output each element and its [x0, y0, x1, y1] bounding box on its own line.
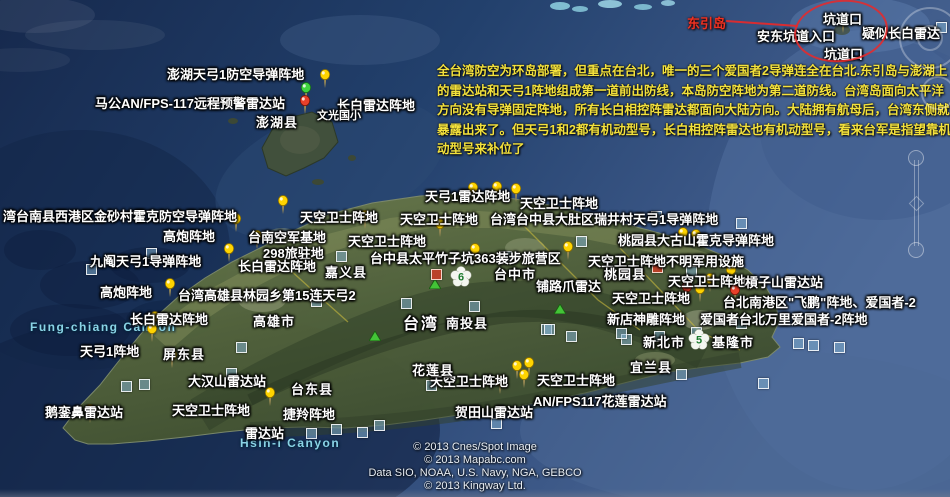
site-label: 澎湖天弓1防空导弹阵地	[167, 64, 304, 83]
site-label: 捷羚阵地	[283, 404, 335, 423]
place-label: 高雄市	[253, 311, 295, 330]
pushpin-yellow-icon[interactable]	[162, 278, 178, 303]
photo-poi-icon[interactable]	[469, 301, 480, 312]
site-label: 槓子山雷达站	[745, 272, 823, 291]
photo-poi-icon[interactable]	[331, 424, 342, 435]
analysis-note: 全台湾防空为环岛部署，但重点在台北，唯一的三个爱国者2导弹连全在台北.东引岛与澎…	[437, 62, 950, 160]
pushpin-yellow-icon[interactable]	[262, 387, 278, 412]
site-label: 九阄天弓1导弹阵地	[90, 251, 201, 270]
place-label: 花莲县	[412, 360, 454, 379]
analysis-note-line: 全台湾防空为环岛部署，但重点在台北，唯一的三个爱国者2导弹连全在台北.东引岛与澎…	[437, 62, 950, 82]
site-label: AN/FPS117花莲雷达站	[533, 391, 667, 410]
photo-poi-icon[interactable]	[236, 342, 247, 353]
map-attribution: © 2013 Cnes/Spot Image© 2013 Mapabc.comD…	[325, 441, 625, 493]
place-label: 桃园县	[604, 264, 646, 283]
place-label: 台中市	[494, 264, 536, 283]
attribution-line: © 2013 Mapabc.com	[325, 454, 625, 467]
photo-poi-icon[interactable]	[374, 420, 385, 431]
site-label: 湾台南县西港区金砂村霍克防空导弹阵地	[3, 206, 237, 225]
pushpin-yellow-icon[interactable]	[275, 195, 291, 220]
site-label: 天空卫士阵地	[300, 207, 378, 226]
photo-poi-icon[interactable]	[357, 427, 368, 438]
attribution-line: © 2013 Cnes/Spot Image	[325, 441, 625, 454]
site-label: 天空卫士阵地	[537, 370, 615, 389]
google-earth-viewport[interactable]: 澎湖天弓1防空导弹阵地马公AN/FPS-117远程预警雷达站长白雷达阵地 文光国小…	[0, 0, 950, 497]
site-label: 新店神雕阵地	[607, 309, 685, 328]
analysis-note-line: 暴露出来了。但天弓1和2都有机动型号，长白相控阵雷达也有机动型号，看来台军是指望…	[437, 121, 950, 141]
place-label: 新北市	[643, 332, 685, 351]
svg-text:5: 5	[696, 335, 702, 347]
dongyin-island-label: 东引岛	[687, 13, 726, 32]
site-label: 天空卫士阵地	[400, 209, 478, 228]
highway-6-shield: 6	[450, 266, 472, 293]
pushpin-red-icon[interactable]	[297, 95, 313, 120]
photo-poi-icon[interactable]	[808, 340, 819, 351]
analysis-note-line: 动型号来补位了	[437, 140, 950, 160]
mountain-peak-icon	[369, 328, 381, 346]
place-label: 屏东县	[163, 344, 205, 363]
place-label: 台湾	[403, 310, 439, 334]
site-label: 天弓1雷达阵地	[425, 186, 510, 205]
zoom-mid-tick[interactable]	[909, 196, 925, 212]
site-label: 贺田山雷达站	[455, 402, 533, 421]
pushpin-yellow-icon[interactable]	[560, 241, 576, 266]
pushpin-yellow-icon[interactable]	[221, 243, 237, 268]
place-label: 宜兰县	[630, 357, 672, 376]
place-label: 澎湖县	[256, 112, 298, 131]
site-label: 长白雷达阵地	[130, 309, 208, 328]
photo-poi-icon[interactable]	[139, 379, 150, 390]
place-label: 基隆市	[712, 332, 754, 351]
photo-poi-icon[interactable]	[431, 269, 442, 280]
photo-poi-icon[interactable]	[336, 251, 347, 262]
site-label: 爱国者台北万里爱国者-2阵地	[700, 309, 868, 328]
site-label: 天空卫士阵地	[612, 288, 690, 307]
site-label: 文光国小	[317, 107, 361, 123]
photo-poi-icon[interactable]	[793, 338, 804, 349]
photo-poi-icon[interactable]	[544, 324, 555, 335]
site-label: 高炮阵地	[163, 226, 215, 245]
move-ring-control[interactable]	[921, 76, 950, 110]
pushpin-yellow-icon[interactable]	[317, 69, 333, 94]
site-label: 鹅銮鼻雷达站	[45, 402, 123, 421]
site-label: 桃园县大古山霍克导弹阵地	[618, 230, 774, 249]
attribution-line: Data SIO, NOAA, U.S. Navy, NGA, GEBCO	[325, 467, 625, 480]
status-bar-sliver	[0, 489, 950, 497]
site-label: 台湾台中县大肚区瑞井村天弓1导弹阵地	[490, 209, 718, 228]
photo-poi-icon[interactable]	[121, 381, 132, 392]
zoom-slider[interactable]	[908, 150, 924, 256]
photo-poi-icon[interactable]	[834, 342, 845, 353]
place-label: 嘉义县	[325, 262, 367, 281]
photo-poi-icon[interactable]	[616, 328, 627, 339]
site-label: 大汉山雷达站	[188, 371, 266, 390]
analysis-note-line: 方向没有导弹固定阵地，所有长白相控阵雷达都面向大陆方向。大陆拥有航母后，台湾东侧…	[437, 101, 950, 121]
pushpin-yellow-icon[interactable]	[521, 357, 537, 382]
site-label: 天空卫士阵地	[172, 400, 250, 419]
photo-poi-icon[interactable]	[401, 298, 412, 309]
site-label: 马公AN/FPS-117远程预警雷达站	[95, 93, 285, 112]
highway-5-shield: 5	[688, 329, 710, 356]
photo-poi-icon[interactable]	[736, 218, 747, 229]
place-label: 台东县	[291, 379, 333, 398]
photo-poi-icon[interactable]	[676, 369, 687, 380]
mountain-peak-icon	[554, 301, 566, 319]
svg-text:6: 6	[458, 272, 464, 284]
place-label: 南投县	[446, 313, 488, 332]
site-label: 雷达站	[245, 423, 284, 442]
photo-poi-icon[interactable]	[566, 331, 577, 342]
analysis-note-line: 的雷达站和天弓1阵地组成第一道前出防线，本岛防空阵地为第二道防线。台湾岛面向太平…	[437, 82, 950, 102]
site-label: 天弓1阵地	[80, 341, 139, 360]
site-label: 长白雷达阵地	[238, 256, 316, 275]
site-label: 铺路爪雷达	[536, 276, 601, 295]
zoom-out-knob[interactable]	[908, 242, 924, 258]
site-label: 台湾高雄县林园乡第15连天弓2	[178, 285, 356, 304]
site-label: 高炮阵地	[100, 282, 152, 301]
photo-poi-icon[interactable]	[576, 236, 587, 247]
photo-poi-icon[interactable]	[758, 378, 769, 389]
